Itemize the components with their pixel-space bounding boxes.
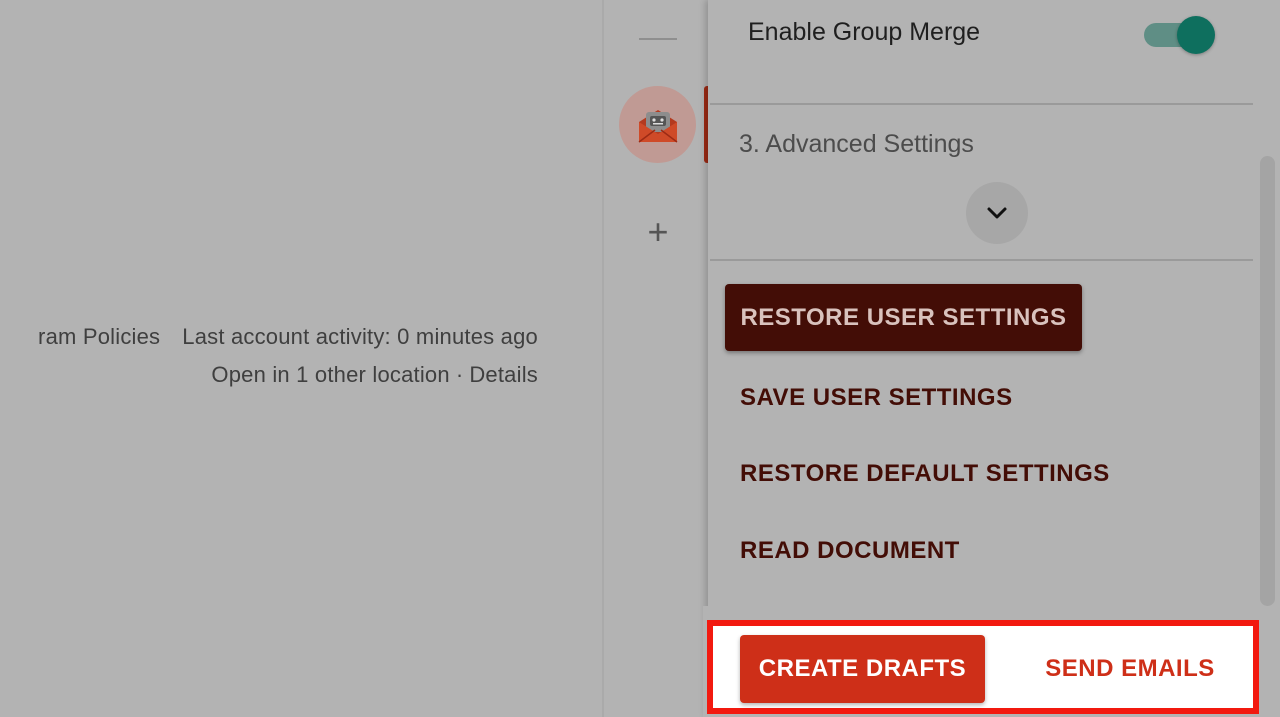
plus-icon: + <box>647 211 669 252</box>
addon-side-strip: + <box>604 0 710 717</box>
send-emails-button[interactable]: SEND EMAILS <box>1030 635 1230 703</box>
page-background: ram Policies Last account activity: 0 min… <box>0 0 603 717</box>
details-link[interactable]: Details <box>469 362 538 387</box>
create-drafts-button[interactable]: CREATE DRAFTS <box>740 635 985 703</box>
divider <box>710 103 1253 105</box>
footer-account-info: ram Policies Last account activity: 0 min… <box>38 324 538 350</box>
read-document-button[interactable]: READ DOCUMENT <box>740 537 960 565</box>
open-locations-text: Open in 1 other location <box>211 362 450 387</box>
chevron-down-icon <box>987 207 1007 219</box>
panel-scrollbar[interactable] <box>1260 156 1275 606</box>
group-merge-label: Enable Group Merge <box>748 18 981 46</box>
save-user-settings-button[interactable]: SAVE USER SETTINGS <box>740 384 1013 412</box>
mail-merge-addon-button[interactable] <box>619 86 696 163</box>
section-title: 3. Advanced Settings <box>739 130 974 158</box>
divider <box>710 259 1253 261</box>
restore-default-settings-button[interactable]: RESTORE DEFAULT SETTINGS <box>740 460 1110 488</box>
envelope-robot-icon <box>638 109 677 143</box>
restore-user-settings-button[interactable]: RESTORE USER SETTINGS <box>725 284 1082 351</box>
last-activity-text: Last account activity: 0 minutes ago <box>182 324 538 349</box>
group-merge-toggle[interactable] <box>1144 16 1216 54</box>
add-addon-button[interactable]: + <box>638 212 678 252</box>
expand-section-button[interactable] <box>966 182 1028 244</box>
toggle-knob <box>1177 16 1215 54</box>
strip-separator <box>639 38 677 40</box>
program-policies-link[interactable]: ram Policies <box>38 324 160 349</box>
footer-location-info: Open in 1 other location · Details <box>211 362 538 388</box>
separator: · <box>455 362 464 387</box>
